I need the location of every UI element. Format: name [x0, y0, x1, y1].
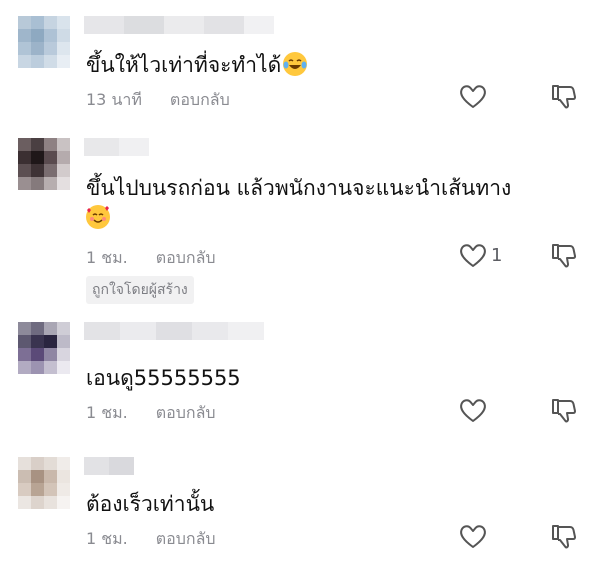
username-blurred[interactable] [84, 138, 149, 156]
heart-icon[interactable] [458, 396, 488, 424]
avatar[interactable] [18, 457, 70, 509]
heart-icon[interactable] [458, 522, 488, 550]
like-count: 1 [491, 245, 503, 266]
avatar[interactable] [18, 322, 70, 374]
reply-button[interactable]: ตอบกลับ [156, 529, 216, 548]
heart-icon[interactable] [458, 82, 488, 110]
avatar[interactable] [18, 16, 70, 68]
comment-text-line2 [86, 203, 110, 233]
heart-icon[interactable] [458, 241, 488, 269]
comment-text: เอนดู55555555 [86, 366, 241, 390]
username-blurred[interactable] [84, 457, 134, 475]
dislike-icon[interactable] [550, 522, 578, 550]
smiling-face-with-hearts-icon [86, 205, 110, 229]
avatar[interactable] [18, 138, 70, 190]
username-blurred[interactable] [84, 16, 274, 34]
dislike-icon[interactable] [550, 241, 578, 269]
dislike-icon[interactable] [550, 396, 578, 424]
username-blurred[interactable] [84, 322, 264, 340]
timestamp: 1 ชม. [86, 248, 128, 267]
reply-button[interactable]: ตอบกลับ [170, 90, 230, 109]
liked-by-creator-badge: ถูกใจโดยผู้สร้าง [86, 276, 194, 304]
comment-meta: 1 ชม. ตอบกลับ [86, 527, 216, 552]
comment-meta: 13 นาที ตอบกลับ [86, 88, 230, 113]
face-with-tears-of-joy-icon [283, 52, 308, 76]
comment-text: ขึ้นให้ไวเท่าที่จะทำได้ [86, 50, 308, 80]
timestamp: 1 ชม. [86, 403, 128, 422]
timestamp: 1 ชม. [86, 529, 128, 548]
comment-meta: 1 ชม. ตอบกลับ [86, 401, 216, 426]
dislike-icon[interactable] [550, 82, 578, 110]
reply-button[interactable]: ตอบกลับ [156, 248, 216, 267]
reply-button[interactable]: ตอบกลับ [156, 403, 216, 422]
timestamp: 13 นาที [86, 90, 142, 109]
comment-text: ขึ้นไปบนรถก่อน แล้วพนักงานจะแนะนำเส้นทาง [86, 176, 512, 200]
comment-text: ต้องเร็วเท่านั้น [86, 492, 215, 516]
comment-meta: 1 ชม. ตอบกลับ [86, 246, 216, 271]
